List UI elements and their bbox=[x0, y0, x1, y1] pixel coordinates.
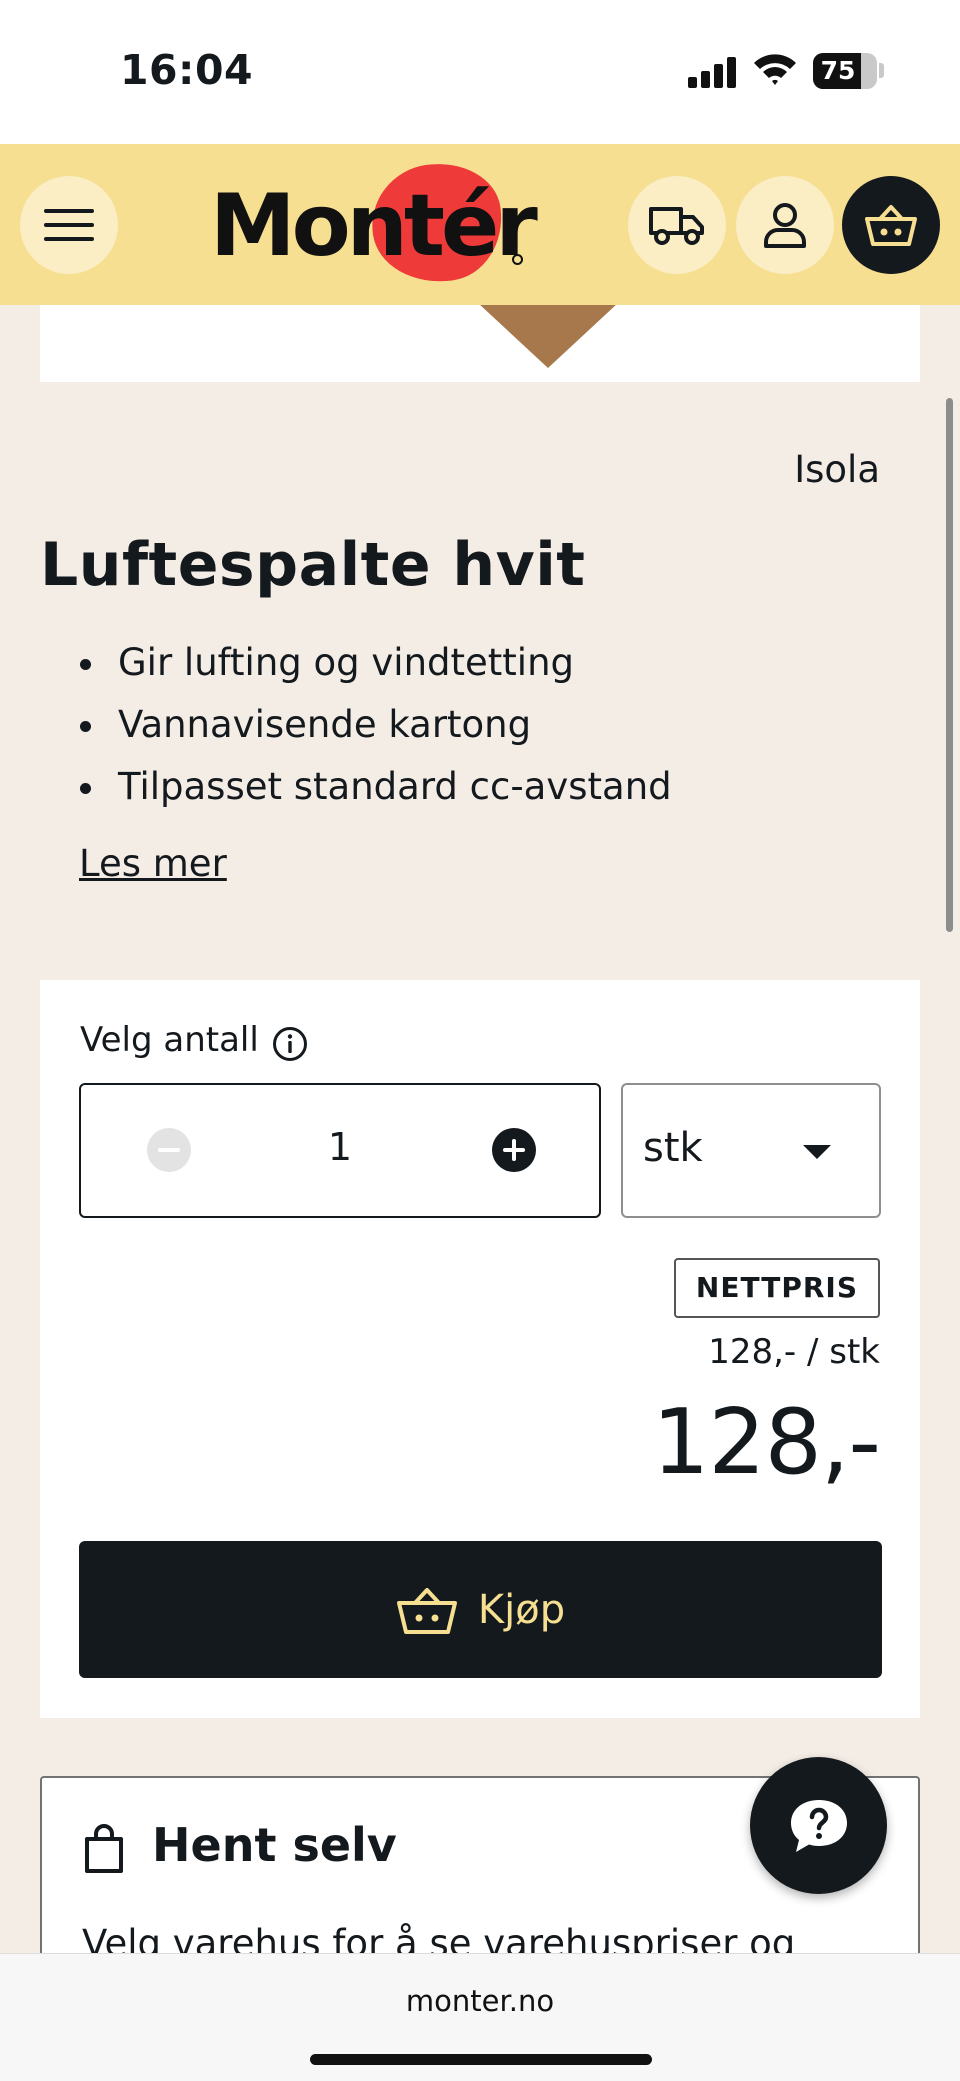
browser-bottom-bar: monter.no bbox=[0, 1953, 960, 2081]
unit-price: 128,- / stk bbox=[708, 1332, 880, 1372]
registered-mark bbox=[512, 254, 523, 265]
buy-button-label: Kjøp bbox=[477, 1586, 566, 1633]
home-indicator[interactable] bbox=[310, 2054, 652, 2065]
product-features: Gir lufting og vindtetting Vannavisende … bbox=[80, 632, 672, 818]
cart-button[interactable] bbox=[842, 176, 940, 274]
quantity-value[interactable]: 1 bbox=[241, 1125, 439, 1169]
info-icon[interactable] bbox=[272, 1026, 308, 1062]
purchase-card: Velg antall 1 stk NETTPRIS 128,- / stk 1… bbox=[40, 980, 920, 1718]
basket-icon bbox=[396, 1587, 457, 1634]
help-chat-icon bbox=[790, 1799, 847, 1852]
menu-icon bbox=[44, 209, 94, 241]
wifi-icon bbox=[754, 54, 796, 85]
url-display[interactable]: monter.no bbox=[0, 1984, 960, 2018]
total-price: 128,- bbox=[652, 1390, 881, 1495]
account-button[interactable] bbox=[736, 176, 834, 274]
unit-value: stk bbox=[643, 1125, 703, 1171]
product-brand[interactable]: Isola bbox=[794, 448, 880, 491]
pickup-title: Hent selv bbox=[152, 1818, 397, 1872]
battery-percent: 75 bbox=[820, 56, 856, 85]
decrease-quantity-button[interactable] bbox=[146, 1127, 192, 1173]
chat-help-button[interactable] bbox=[750, 1757, 887, 1894]
battery-tip bbox=[879, 63, 884, 78]
delivery-button[interactable] bbox=[628, 176, 726, 274]
read-more-link[interactable]: Les mer bbox=[79, 842, 227, 885]
shopping-bag-icon bbox=[85, 1824, 123, 1873]
buy-button[interactable]: Kjøp bbox=[79, 1541, 882, 1678]
logo-text: Montér bbox=[210, 176, 538, 276]
feature-item: Gir lufting og vindtetting bbox=[80, 632, 672, 694]
net-price-badge: NETTPRIS bbox=[673, 1258, 880, 1318]
site-logo[interactable]: Montér bbox=[210, 155, 538, 291]
product-image[interactable] bbox=[40, 305, 920, 382]
product-image-fragment bbox=[478, 305, 618, 368]
quantity-label: Velg antall bbox=[80, 1020, 259, 1060]
product-title: Luftespalte hvit bbox=[40, 530, 586, 600]
basket-icon bbox=[865, 205, 917, 246]
scrollbar[interactable] bbox=[946, 398, 953, 932]
site-header: Montér bbox=[0, 144, 960, 305]
truck-icon bbox=[649, 207, 704, 245]
signal-icon bbox=[688, 56, 738, 88]
status-time: 16:04 bbox=[120, 46, 254, 94]
chevron-down-icon bbox=[803, 1145, 831, 1159]
battery-icon: 75 bbox=[813, 53, 877, 89]
feature-item: Vannavisende kartong bbox=[80, 694, 672, 756]
increase-quantity-button[interactable] bbox=[491, 1127, 537, 1173]
quantity-stepper: 1 bbox=[79, 1083, 601, 1218]
menu-button[interactable] bbox=[20, 176, 118, 274]
unit-select[interactable]: stk bbox=[621, 1083, 881, 1218]
user-icon bbox=[764, 203, 806, 248]
feature-item: Tilpasset standard cc-avstand bbox=[80, 756, 672, 818]
status-bar: 16:04 75 bbox=[0, 0, 960, 144]
